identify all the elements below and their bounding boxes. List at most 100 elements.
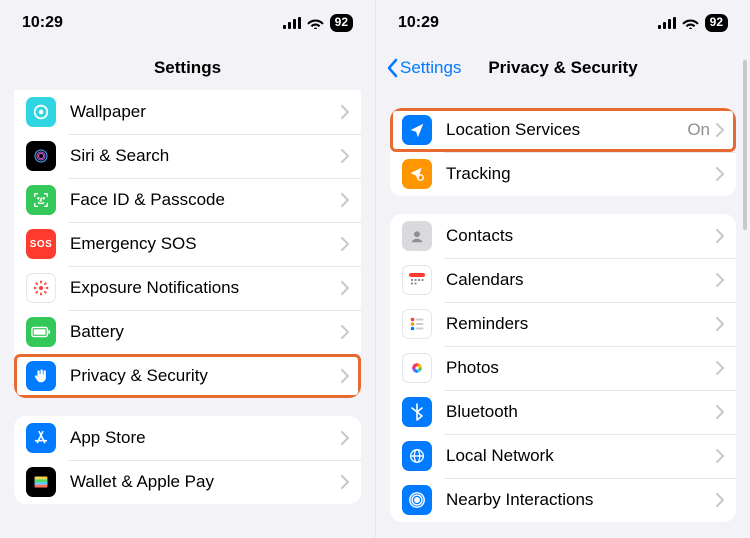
faceid-icon [26, 185, 56, 215]
chevron-right-icon [716, 229, 724, 243]
row-privacy-security[interactable]: Privacy & Security [14, 354, 361, 398]
row-wallpaper[interactable]: Wallpaper [14, 90, 361, 134]
row-label: Battery [70, 322, 341, 342]
back-button[interactable]: Settings [386, 46, 461, 90]
chevron-right-icon [341, 281, 349, 295]
row-label: Nearby Interactions [446, 490, 716, 510]
status-indicators: 92 [658, 14, 728, 32]
row-label: Calendars [446, 270, 716, 290]
settings-screen: 10:29 92 Settings Wallpaper [0, 0, 375, 538]
privacy-group-location: Location Services On Tracking [390, 108, 736, 196]
row-location-services[interactable]: Location Services On [390, 108, 736, 152]
appstore-icon [26, 423, 56, 453]
row-exposure-notifications[interactable]: Exposure Notifications [14, 266, 361, 310]
cellular-signal-icon [283, 17, 301, 29]
battery-indicator: 92 [705, 14, 728, 32]
row-nearby-interactions[interactable]: Nearby Interactions [390, 478, 736, 522]
chevron-right-icon [716, 449, 724, 463]
row-label: Tracking [446, 164, 716, 184]
tracking-icon [402, 159, 432, 189]
privacy-hand-icon [26, 361, 56, 391]
chevron-right-icon [716, 405, 724, 419]
page-title: Privacy & Security [488, 58, 637, 78]
row-calendars[interactable]: Calendars [390, 258, 736, 302]
location-status: On [687, 120, 710, 140]
settings-group-general: Wallpaper Siri & Search Face ID & Passco… [14, 90, 361, 398]
battery-icon [26, 317, 56, 347]
privacy-group-apps: Contacts Calendars Reminders [390, 214, 736, 522]
chevron-right-icon [716, 317, 724, 331]
scrollbar[interactable] [743, 90, 747, 230]
siri-icon [26, 141, 56, 171]
local-network-icon [402, 441, 432, 471]
chevron-right-icon [716, 273, 724, 287]
row-label: Bluetooth [446, 402, 716, 422]
chevron-right-icon [341, 237, 349, 251]
privacy-content: Location Services On Tracking Contacts [376, 90, 750, 538]
chevron-right-icon [716, 361, 724, 375]
page-title: Settings [154, 58, 221, 78]
row-bluetooth[interactable]: Bluetooth [390, 390, 736, 434]
chevron-right-icon [341, 431, 349, 445]
status-bar: 10:29 92 [376, 0, 750, 46]
chevron-right-icon [341, 105, 349, 119]
row-label: Location Services [446, 120, 687, 140]
row-wallet[interactable]: Wallet & Apple Pay [14, 460, 361, 504]
wallpaper-icon [26, 97, 56, 127]
row-label: Exposure Notifications [70, 278, 341, 298]
row-label: Photos [446, 358, 716, 378]
row-photos[interactable]: Photos [390, 346, 736, 390]
cellular-signal-icon [658, 17, 676, 29]
battery-level: 92 [705, 14, 728, 32]
calendar-icon [402, 265, 432, 295]
battery-level: 92 [330, 14, 353, 32]
chevron-right-icon [341, 325, 349, 339]
row-label: Siri & Search [70, 146, 341, 166]
chevron-right-icon [341, 369, 349, 383]
row-siri[interactable]: Siri & Search [14, 134, 361, 178]
nav-header: Settings Privacy & Security [376, 46, 750, 90]
chevron-right-icon [716, 493, 724, 507]
status-time: 10:29 [398, 14, 439, 32]
back-label: Settings [400, 58, 461, 78]
row-label: Reminders [446, 314, 716, 334]
status-indicators: 92 [283, 14, 353, 32]
row-local-network[interactable]: Local Network [390, 434, 736, 478]
status-time: 10:29 [22, 14, 63, 32]
row-label: Wallet & Apple Pay [70, 472, 341, 492]
row-label: Privacy & Security [70, 366, 341, 386]
location-arrow-icon [402, 115, 432, 145]
settings-content: Wallpaper Siri & Search Face ID & Passco… [0, 90, 375, 538]
row-label: Wallpaper [70, 102, 341, 122]
wallet-icon [26, 467, 56, 497]
row-label: Emergency SOS [70, 234, 341, 254]
settings-group-store: App Store Wallet & Apple Pay [14, 416, 361, 504]
nav-header: Settings [0, 46, 375, 90]
row-label: Face ID & Passcode [70, 190, 341, 210]
chevron-right-icon [341, 149, 349, 163]
battery-indicator: 92 [330, 14, 353, 32]
row-battery[interactable]: Battery [14, 310, 361, 354]
row-app-store[interactable]: App Store [14, 416, 361, 460]
row-faceid[interactable]: Face ID & Passcode [14, 178, 361, 222]
status-bar: 10:29 92 [0, 0, 375, 46]
chevron-right-icon [341, 475, 349, 489]
chevron-right-icon [716, 123, 724, 137]
nearby-icon [402, 485, 432, 515]
row-tracking[interactable]: Tracking [390, 152, 736, 196]
contacts-icon [402, 221, 432, 251]
wifi-icon [682, 17, 699, 29]
chevron-right-icon [716, 167, 724, 181]
row-emergency-sos[interactable]: SOS Emergency SOS [14, 222, 361, 266]
photos-icon [402, 353, 432, 383]
privacy-security-screen: 10:29 92 Settings Privacy & Security Loc… [375, 0, 750, 538]
bluetooth-icon [402, 397, 432, 427]
row-label: App Store [70, 428, 341, 448]
sos-icon: SOS [26, 229, 56, 259]
chevron-right-icon [341, 193, 349, 207]
row-label: Contacts [446, 226, 716, 246]
row-label: Local Network [446, 446, 716, 466]
wifi-icon [307, 17, 324, 29]
row-contacts[interactable]: Contacts [390, 214, 736, 258]
row-reminders[interactable]: Reminders [390, 302, 736, 346]
